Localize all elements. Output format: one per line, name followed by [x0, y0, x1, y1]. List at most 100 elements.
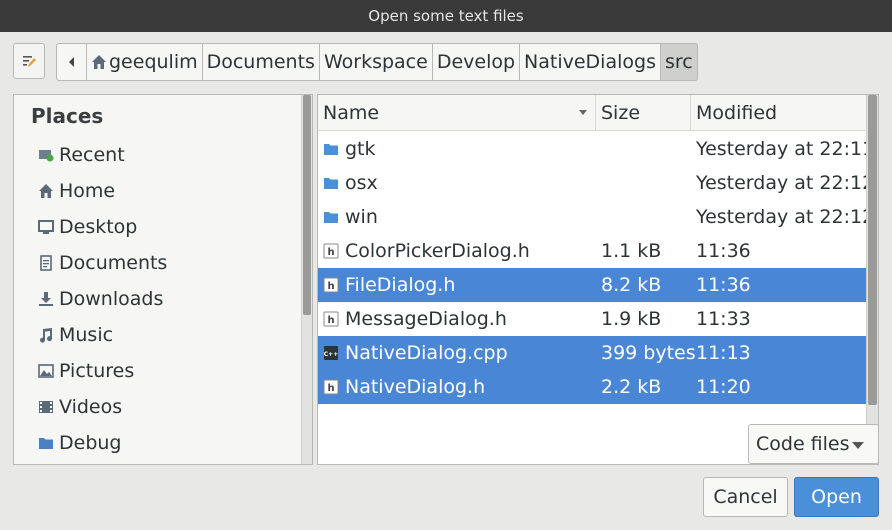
file-name: osx — [345, 172, 378, 194]
file-size: 2.2 kB — [601, 376, 662, 398]
chevron-down-icon — [852, 442, 864, 449]
file-name: ColorPickerDialog.h — [345, 240, 530, 262]
file-name: MessageDialog.h — [345, 308, 507, 330]
sidebar-item-debug[interactable]: Debug — [38, 429, 121, 457]
desktop-icon — [38, 219, 54, 235]
picture-icon — [38, 363, 54, 379]
sidebar-item-home[interactable]: Home — [38, 177, 115, 205]
sidebar-item-label: Recent — [59, 144, 125, 166]
breadcrumb-item-documents[interactable]: Documents — [202, 43, 320, 81]
file-name: win — [345, 206, 378, 228]
sidebar-item-label: Debug — [59, 432, 122, 454]
folder-icon — [323, 175, 339, 191]
breadcrumb-item-home[interactable]: geequlim — [87, 43, 203, 81]
scrollbar-thumb[interactable] — [868, 95, 877, 405]
scrollbar-thumb[interactable] — [303, 95, 311, 315]
file-row[interactable]: gtk Yesterday at 22:11 — [318, 132, 874, 166]
sidebar-item-label: Documents — [59, 252, 168, 274]
document-icon — [38, 255, 54, 271]
sidebar-item-downloads[interactable]: Downloads — [38, 285, 163, 313]
file-name-cell: gtk — [323, 132, 376, 166]
svg-text:h: h — [327, 281, 334, 292]
folder-icon — [38, 435, 54, 451]
file-type-filter[interactable]: Code files — [748, 424, 879, 464]
sidebar-item-music[interactable]: Music — [38, 321, 113, 349]
file-row[interactable]: h ColorPickerDialog.h 1.1 kB 11:36 — [318, 234, 866, 268]
places-heading: Places — [31, 104, 104, 128]
file-row[interactable]: h MessageDialog.h 1.9 kB 11:33 — [318, 302, 866, 336]
header-file-icon: h — [323, 311, 339, 327]
file-modified: 11:36 — [696, 274, 751, 296]
edit-location-button[interactable] — [13, 43, 45, 79]
file-name: NativeDialog.h — [345, 376, 486, 398]
toolbar — [13, 43, 45, 81]
column-header-modified[interactable]: Modified — [691, 95, 866, 131]
file-name-cell: osx — [323, 166, 378, 200]
download-icon — [38, 291, 54, 307]
file-modified: 11:13 — [696, 342, 751, 364]
file-name-cell: h MessageDialog.h — [323, 302, 507, 336]
file-row[interactable]: C++ NativeDialog.cpp 399 bytes 11:13 — [318, 336, 866, 370]
file-modified: Yesterday at 22:12 — [696, 172, 875, 194]
sort-descending-icon — [579, 110, 587, 115]
file-size: 1.9 kB — [601, 308, 662, 330]
file-modified: 11:36 — [696, 240, 751, 262]
sidebar-item-label: Videos — [59, 396, 123, 418]
sidebar-item-label: Downloads — [59, 288, 164, 310]
file-list: Name Size Modified gtk Yesterday at 22:11… — [317, 94, 879, 465]
file-row[interactable]: h NativeDialog.h 2.2 kB 11:20 — [318, 370, 866, 404]
sidebar-item-recent[interactable]: Recent — [38, 141, 125, 169]
file-modified: Yesterday at 22:12 — [696, 206, 875, 228]
breadcrumb-label: geequlim — [109, 51, 198, 73]
sidebar-item-videos[interactable]: Videos — [38, 393, 122, 421]
file-row[interactable]: h FileDialog.h 8.2 kB 11:36 — [318, 268, 866, 302]
svg-text:C++: C++ — [324, 351, 338, 358]
open-button[interactable]: Open — [794, 477, 879, 517]
video-icon — [38, 399, 54, 415]
sidebar-item-label: Music — [59, 324, 114, 346]
svg-text:h: h — [327, 247, 334, 258]
sidebar-item-documents[interactable]: Documents — [38, 249, 167, 277]
file-name: gtk — [345, 138, 376, 160]
breadcrumb-item-develop[interactable]: Develop — [432, 43, 521, 81]
sidebar-item-pictures[interactable]: Pictures — [38, 357, 134, 385]
sidebar-item-label: Pictures — [59, 360, 135, 382]
file-size: 8.2 kB — [601, 274, 662, 296]
column-header-name[interactable]: Name — [318, 95, 596, 131]
file-size: 1.1 kB — [601, 240, 662, 262]
file-size: 399 bytes — [601, 342, 696, 364]
file-modified: Yesterday at 22:11 — [696, 138, 875, 160]
home-icon — [38, 183, 54, 199]
svg-text:h: h — [327, 383, 334, 394]
filter-selected-value: Code files — [756, 433, 850, 455]
file-row[interactable]: win Yesterday at 22:12 — [318, 200, 874, 234]
window-title: Open some text files — [0, 0, 892, 32]
breadcrumb-item-nativedialogs[interactable]: NativeDialogs — [520, 43, 661, 81]
file-name-cell: C++ NativeDialog.cpp — [323, 336, 508, 370]
file-row[interactable]: osx Yesterday at 22:12 — [318, 166, 874, 200]
file-name-cell: win — [323, 200, 378, 234]
file-list-scrollbar[interactable] — [866, 95, 878, 464]
file-list-header: Name Size Modified — [318, 95, 866, 131]
column-label: Name — [323, 102, 380, 124]
sidebar-item-label: Home — [59, 180, 116, 202]
column-header-size[interactable]: Size — [596, 95, 691, 131]
breadcrumb: geequlim Documents Workspace Develop Nat… — [56, 43, 698, 81]
cancel-button[interactable]: Cancel — [703, 477, 788, 517]
column-label: Modified — [696, 102, 778, 124]
file-modified: 11:33 — [696, 308, 751, 330]
chevron-left-icon — [68, 57, 74, 67]
sidebar-item-desktop[interactable]: Desktop — [38, 213, 137, 241]
recent-icon — [38, 147, 54, 163]
places-scrollbar[interactable] — [301, 95, 312, 464]
breadcrumb-item-src[interactable]: src — [660, 43, 698, 81]
breadcrumb-item-workspace[interactable]: Workspace — [319, 43, 433, 81]
music-icon — [38, 327, 54, 343]
sidebar-item-label: Desktop — [59, 216, 138, 238]
svg-text:h: h — [327, 315, 334, 326]
file-name-cell: h ColorPickerDialog.h — [323, 234, 530, 268]
folder-icon — [323, 141, 339, 157]
breadcrumb-back-button[interactable] — [56, 43, 87, 81]
file-name: FileDialog.h — [345, 274, 456, 296]
header-file-icon: h — [323, 243, 339, 259]
